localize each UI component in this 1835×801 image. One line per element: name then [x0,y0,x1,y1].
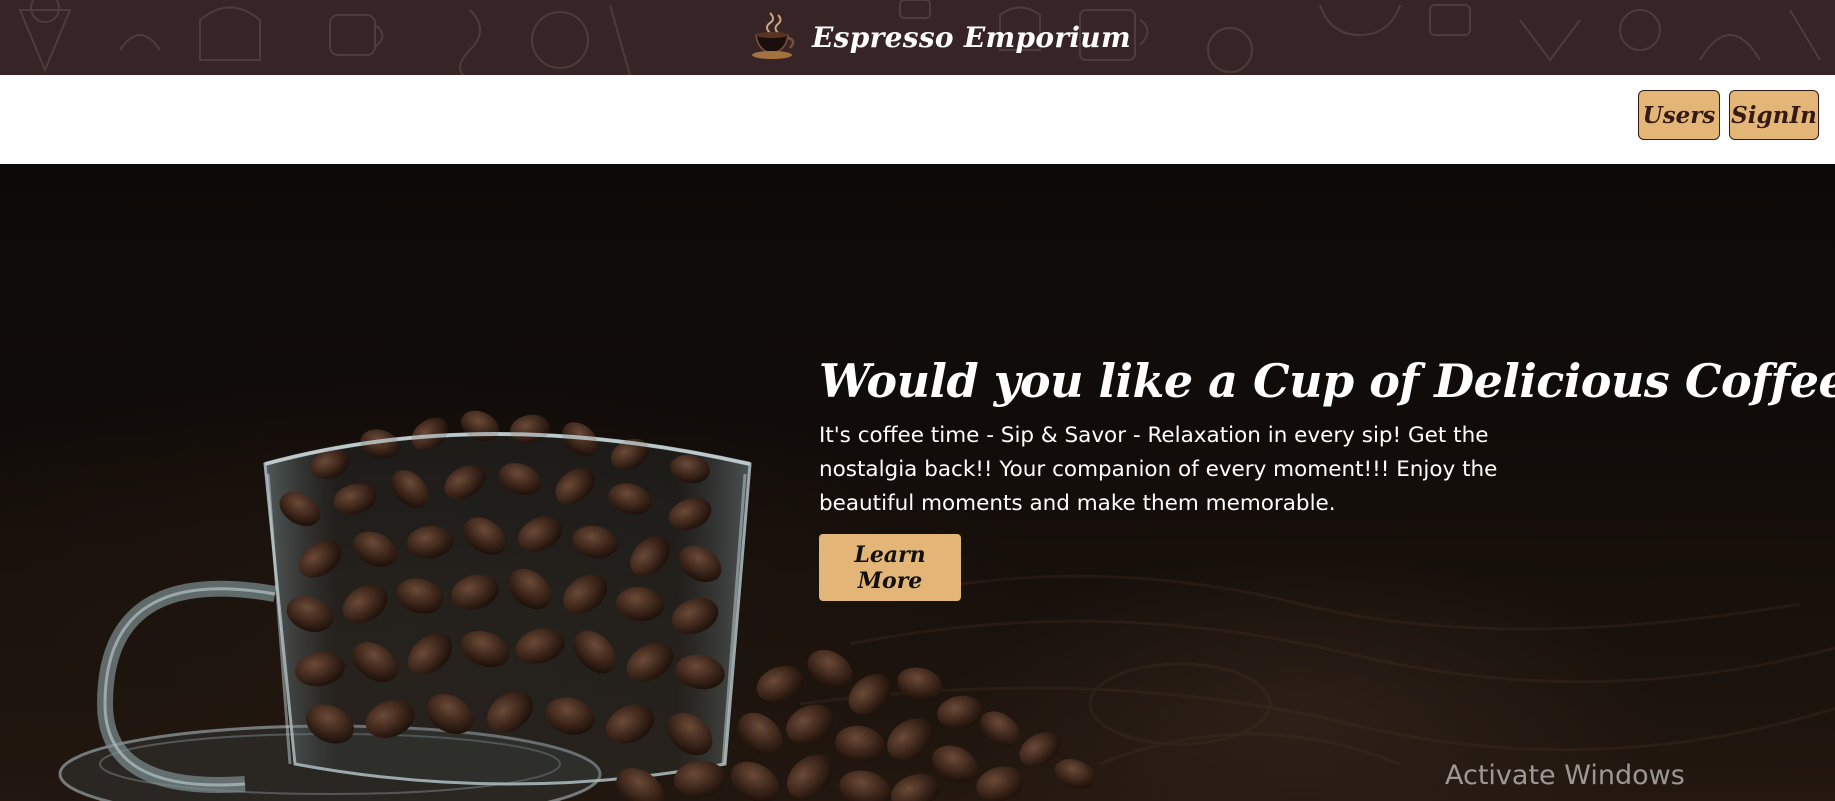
top-nav: Users SignIn [0,75,1835,164]
hero-content: Would you like a Cup of Delicious Coffee… [819,354,1835,602]
hero-title: Would you like a Cup of Delicious Coffee… [819,354,1835,408]
activate-windows-watermark: Activate Windows [1445,760,1685,791]
users-button[interactable]: Users [1638,90,1720,140]
brand[interactable]: Espresso Emporium [750,8,1131,66]
coffee-cup-logo-icon [752,12,795,59]
learn-more-button[interactable]: Learn More [819,534,961,602]
signin-button[interactable]: SignIn [1729,90,1819,140]
hero-banner: Would you like a Cup of Delicious Coffee… [0,164,1835,801]
hero-description: It's coffee time - Sip & Savor - Relaxat… [819,423,1498,517]
brand-header: Espresso Emporium [0,0,1835,75]
brand-title: Espresso Emporium [812,20,1131,54]
